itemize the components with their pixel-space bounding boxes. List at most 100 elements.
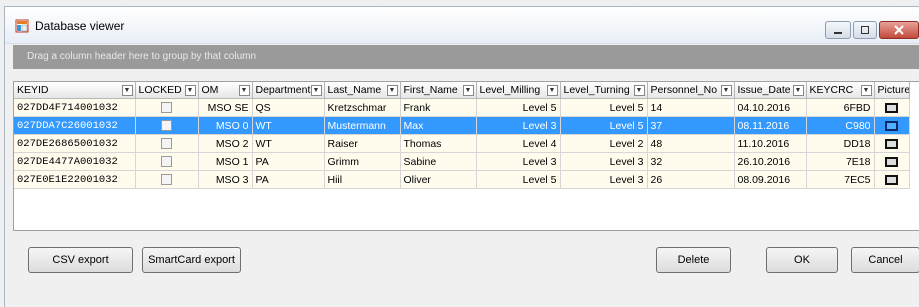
cell-keyid: 027DE26865001032 xyxy=(14,134,136,153)
cell-last-name: Grimm xyxy=(324,152,401,171)
cell-level-milling: Level 4 xyxy=(476,134,561,153)
cell-department: WT xyxy=(252,134,325,153)
database-viewer-window: Database viewer Drag a column header her… xyxy=(4,6,919,307)
cancel-button[interactable]: Cancel xyxy=(851,247,919,273)
cell-picture xyxy=(874,98,910,117)
filter-dropdown-icon[interactable]: ▼ xyxy=(633,85,645,96)
cell-department: PA xyxy=(252,170,325,189)
cell-personnel-no: 32 xyxy=(647,152,735,171)
cell-personnel-no: 48 xyxy=(647,134,735,153)
cell-level-turning: Level 3 xyxy=(560,152,648,171)
locked-checkbox[interactable] xyxy=(161,156,172,168)
cell-level-milling: Level 3 xyxy=(476,152,561,171)
cell-keycrc: C980 xyxy=(806,116,875,135)
locked-checkbox[interactable] xyxy=(161,102,172,114)
picture-icon[interactable] xyxy=(885,156,898,167)
cell-first-name: Oliver xyxy=(400,170,477,189)
cell-keycrc: 6FBD xyxy=(806,98,875,117)
smartcard-export-button[interactable]: SmartCard export xyxy=(142,247,241,273)
column-header-first-name[interactable]: First_Name ▼ xyxy=(400,82,477,99)
column-header-level-turning[interactable]: Level_Turning ▼ xyxy=(560,82,648,99)
cell-locked xyxy=(135,116,199,135)
filter-dropdown-icon[interactable]: ▼ xyxy=(860,85,872,96)
cell-om: MSO 3 xyxy=(198,170,253,189)
cell-locked xyxy=(135,152,199,171)
locked-checkbox[interactable] xyxy=(161,138,172,150)
cell-locked xyxy=(135,134,199,153)
app-icon xyxy=(15,19,29,33)
filter-dropdown-icon[interactable]: ▼ xyxy=(720,85,732,96)
cell-issue-date: 08.11.2016 xyxy=(734,116,807,135)
column-header-picture[interactable]: Picture xyxy=(874,82,910,99)
column-header-locked[interactable]: LOCKED ▼ xyxy=(135,82,199,99)
column-header-keyid[interactable]: KEYID ▼ xyxy=(14,82,136,99)
picture-icon[interactable] xyxy=(885,174,898,185)
cell-first-name: Thomas xyxy=(400,134,477,153)
filter-dropdown-icon[interactable]: ▼ xyxy=(184,85,196,96)
cell-level-turning: Level 3 xyxy=(560,170,648,189)
cell-locked xyxy=(135,98,199,117)
table-row[interactable]: 027DE4477A001032 MSO 1 PA Grimm Sabine L… xyxy=(14,152,910,171)
close-button[interactable] xyxy=(879,21,919,39)
cell-keycrc: 7E18 xyxy=(806,152,875,171)
filter-dropdown-icon[interactable]: ▼ xyxy=(546,85,558,96)
cell-first-name: Frank xyxy=(400,98,477,117)
cell-keycrc: DD18 xyxy=(806,134,875,153)
cell-level-milling: Level 3 xyxy=(476,116,561,135)
delete-button[interactable]: Delete xyxy=(656,247,731,273)
cell-department: WT xyxy=(252,116,325,135)
column-header-department[interactable]: Department ▼ xyxy=(252,82,325,99)
title-bar[interactable]: Database viewer xyxy=(5,7,919,44)
cell-picture xyxy=(874,116,910,135)
filter-dropdown-icon[interactable]: ▼ xyxy=(386,85,398,96)
cell-personnel-no: 26 xyxy=(647,170,735,189)
cell-issue-date: 11.10.2016 xyxy=(734,134,807,153)
cell-last-name: Raiser xyxy=(324,134,401,153)
locked-checkbox[interactable] xyxy=(161,174,172,186)
csv-export-button[interactable]: CSV export xyxy=(28,247,133,273)
column-header-keycrc[interactable]: KEYCRC ▼ xyxy=(806,82,875,99)
column-header-last-name[interactable]: Last_Name ▼ xyxy=(324,82,401,99)
filter-dropdown-icon[interactable]: ▼ xyxy=(310,85,322,96)
cell-department: QS xyxy=(252,98,325,117)
column-header-level-milling[interactable]: Level_Milling ▼ xyxy=(476,82,561,99)
cell-picture xyxy=(874,170,910,189)
minimize-button[interactable] xyxy=(825,21,851,39)
cell-om: MSO 2 xyxy=(198,134,253,153)
cell-picture xyxy=(874,152,910,171)
table-row[interactable]: 027DDA7C26001032 MSO 0 WT Mustermann Max… xyxy=(14,116,910,135)
locked-checkbox[interactable] xyxy=(161,120,172,132)
maximize-icon xyxy=(861,26,869,34)
cell-om: MSO SE xyxy=(198,98,253,117)
filter-dropdown-icon[interactable]: ▼ xyxy=(121,85,133,96)
cell-last-name: Mustermann xyxy=(324,116,401,135)
group-by-panel[interactable]: Drag a column header here to group by th… xyxy=(13,45,919,69)
table-row[interactable]: 027E0E1E22001032 MSO 3 PA Hiil Oliver Le… xyxy=(14,170,910,189)
filter-dropdown-icon[interactable]: ▼ xyxy=(462,85,474,96)
cell-personnel-no: 37 xyxy=(647,116,735,135)
cell-keycrc: 7EC5 xyxy=(806,170,875,189)
filter-dropdown-icon[interactable]: ▼ xyxy=(238,85,250,96)
column-header-issue-date[interactable]: Issue_Date ▼ xyxy=(734,82,807,99)
cell-first-name: Sabine xyxy=(400,152,477,171)
data-grid[interactable]: KEYID ▼ LOCKED ▼ OM ▼ Department ▼ Last_Name… xyxy=(13,81,919,231)
picture-icon[interactable] xyxy=(885,120,898,131)
picture-icon[interactable] xyxy=(885,102,898,113)
table-row[interactable]: 027DE26865001032 MSO 2 WT Raiser Thomas … xyxy=(14,134,910,153)
cell-om: MSO 0 xyxy=(198,116,253,135)
table-row[interactable]: 027DD4F714001032 MSO SE QS Kretzschmar F… xyxy=(14,98,910,117)
cell-keyid: 027DE4477A001032 xyxy=(14,152,136,171)
column-header-om[interactable]: OM ▼ xyxy=(198,82,253,99)
cell-last-name: Kretzschmar xyxy=(324,98,401,117)
maximize-button[interactable] xyxy=(853,21,877,39)
cell-last-name: Hiil xyxy=(324,170,401,189)
filter-dropdown-icon[interactable]: ▼ xyxy=(792,85,804,96)
close-icon xyxy=(894,25,904,35)
cell-level-milling: Level 5 xyxy=(476,170,561,189)
group-by-hint: Drag a column header here to group by th… xyxy=(27,51,257,62)
column-header-personnel-no[interactable]: Personnel_No ▼ xyxy=(647,82,735,99)
ok-button[interactable]: OK xyxy=(766,247,838,273)
picture-icon[interactable] xyxy=(885,138,898,149)
cell-level-turning: Level 2 xyxy=(560,134,648,153)
window-title: Database viewer xyxy=(35,19,125,33)
